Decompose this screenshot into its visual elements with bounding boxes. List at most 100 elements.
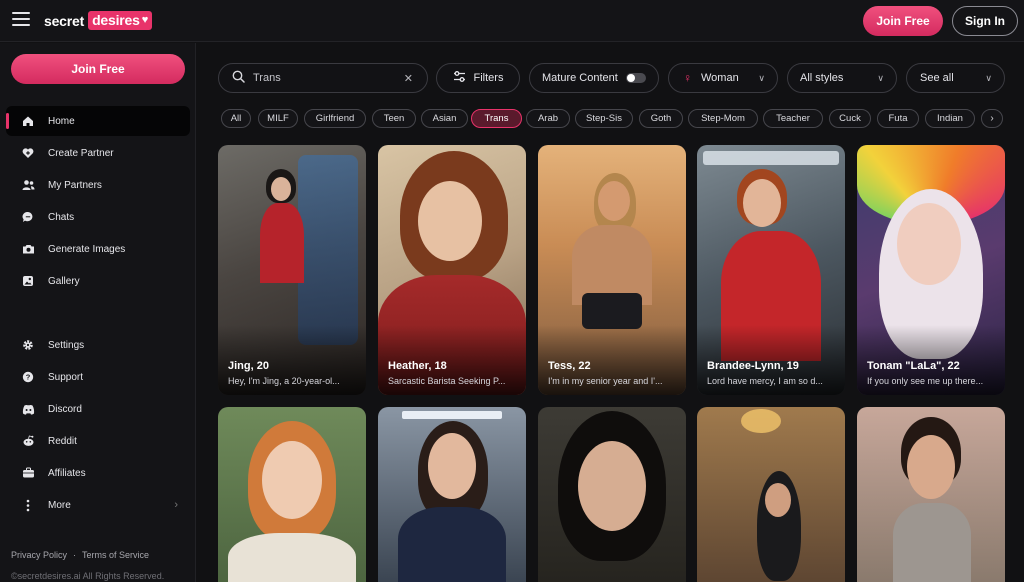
sidebar-item-settings[interactable]: Settings bbox=[6, 330, 190, 360]
card-portrait-face bbox=[907, 435, 955, 499]
users-icon bbox=[21, 178, 35, 192]
character-card[interactable]: Heather, 18 Sarcastic Barista Seeking P.… bbox=[378, 145, 526, 395]
search-icon bbox=[232, 70, 245, 86]
tag-chip-step-mom[interactable]: Step-Mom bbox=[688, 109, 758, 128]
affiliates-icon bbox=[21, 466, 35, 480]
toggle-switch[interactable] bbox=[626, 73, 646, 83]
card-portrait-face bbox=[598, 181, 630, 221]
hamburger-menu-icon[interactable] bbox=[12, 12, 30, 28]
privacy-policy-link[interactable]: Privacy Policy bbox=[11, 550, 67, 560]
character-card[interactable]: Tess, 22 I'm in my senior year and I'... bbox=[538, 145, 686, 395]
sidebar-join-free-button[interactable]: Join Free bbox=[11, 54, 185, 84]
tag-chip-trans[interactable]: Trans bbox=[471, 109, 522, 128]
sidebar-item-more[interactable]: More › bbox=[6, 490, 190, 520]
sidebar-item-chats[interactable]: Chats bbox=[6, 202, 190, 232]
filters-label: Filters bbox=[473, 72, 504, 84]
sidebar-item-label: Gallery bbox=[48, 275, 80, 287]
card-portrait-body bbox=[228, 533, 356, 582]
tag-chip-asian[interactable]: Asian bbox=[421, 109, 468, 128]
sidebar-item-affiliates[interactable]: Affiliates bbox=[6, 458, 190, 488]
logo-heart-icon: ♥ bbox=[141, 14, 149, 26]
chevron-down-icon: ∨ bbox=[758, 72, 765, 83]
copyright-text: ©secretdesires.ai All Rights Reserved. bbox=[11, 571, 165, 581]
mature-content-label: Mature Content bbox=[542, 72, 618, 84]
search-input[interactable] bbox=[253, 72, 393, 84]
tag-chip-cuck[interactable]: Cuck bbox=[829, 109, 871, 128]
gender-select[interactable]: ♀ Woman ∨ bbox=[668, 63, 778, 93]
tag-chip-all[interactable]: All bbox=[221, 109, 251, 128]
character-card[interactable] bbox=[538, 407, 686, 582]
card-name: Heather, 18 bbox=[388, 360, 447, 372]
character-card[interactable] bbox=[218, 407, 366, 582]
more-vertical-icon bbox=[21, 498, 35, 512]
sidebar-item-my-partners[interactable]: My Partners bbox=[6, 170, 190, 200]
sidebar-item-label: Settings bbox=[48, 339, 85, 351]
sidebar-item-label: Reddit bbox=[48, 435, 77, 447]
card-portrait-face bbox=[897, 203, 961, 285]
character-card[interactable]: Brandee-Lynn, 19 Lord have mercy, I am s… bbox=[697, 145, 845, 395]
sidebar-item-create-partner[interactable]: Create Partner bbox=[6, 138, 190, 168]
sidebar-item-label: Home bbox=[48, 115, 75, 127]
card-name: Jing, 20 bbox=[228, 360, 269, 372]
sidebar-item-reddit[interactable]: Reddit bbox=[6, 426, 190, 456]
terms-of-service-link[interactable]: Terms of Service bbox=[82, 550, 149, 560]
card-portrait-face bbox=[418, 181, 482, 261]
character-card[interactable] bbox=[378, 407, 526, 582]
card-chandelier-art bbox=[741, 409, 781, 433]
tag-chip-step-sis[interactable]: Step-Sis bbox=[575, 109, 633, 128]
mature-content-toggle[interactable]: Mature Content bbox=[529, 63, 659, 93]
top-bar: secret desires ♥ Join Free Sign In bbox=[0, 0, 1024, 42]
filters-button[interactable]: Filters bbox=[436, 63, 520, 93]
chevron-down-icon: ∨ bbox=[877, 72, 884, 83]
join-free-button[interactable]: Join Free bbox=[863, 6, 943, 36]
sidebar-item-label: Affiliates bbox=[48, 467, 86, 479]
chat-icon bbox=[21, 210, 35, 224]
gallery-icon bbox=[21, 274, 35, 288]
gear-icon bbox=[21, 338, 35, 352]
character-card[interactable]: Tonam "LaLa", 22 If you only see me up t… bbox=[857, 145, 1005, 395]
logo-word-secret: secret bbox=[44, 12, 85, 29]
tag-chip-arab[interactable]: Arab bbox=[526, 109, 570, 128]
chevron-right-icon: › bbox=[174, 499, 178, 511]
sliders-icon bbox=[453, 71, 466, 85]
character-card[interactable] bbox=[857, 407, 1005, 582]
camera-icon bbox=[21, 242, 35, 256]
card-portrait-face bbox=[765, 483, 791, 517]
footer-links: Privacy Policy · Terms of Service bbox=[11, 550, 149, 560]
chevron-right-icon[interactable]: › bbox=[981, 109, 1003, 128]
styles-select[interactable]: All styles ∨ bbox=[787, 63, 897, 93]
logo[interactable]: secret desires ♥ bbox=[44, 11, 153, 30]
card-portrait-body bbox=[398, 507, 506, 582]
tag-chip-futa[interactable]: Futa bbox=[877, 109, 919, 128]
tag-chip-girlfriend[interactable]: Girlfriend bbox=[304, 109, 366, 128]
card-portrait-body bbox=[260, 203, 304, 283]
character-card[interactable]: Jing, 20 Hey, I'm Jing, a 20-year-ol... bbox=[218, 145, 366, 395]
tag-chip-teen[interactable]: Teen bbox=[372, 109, 416, 128]
card-portrait-face bbox=[271, 177, 291, 201]
heart-plus-icon bbox=[21, 146, 35, 160]
card-background-light bbox=[402, 411, 502, 419]
card-portrait-clothing bbox=[582, 293, 642, 329]
sidebar-item-gallery[interactable]: Gallery bbox=[6, 266, 190, 296]
tag-chip-teacher[interactable]: Teacher bbox=[763, 109, 823, 128]
sidebar-item-support[interactable]: ? Support bbox=[6, 362, 190, 392]
venus-icon: ♀ bbox=[683, 71, 692, 85]
sidebar-item-label: More bbox=[48, 499, 71, 511]
search-box[interactable]: ✕ bbox=[218, 63, 428, 93]
sidebar-item-generate-images[interactable]: Generate Images bbox=[6, 234, 190, 264]
sidebar-item-label: Generate Images bbox=[48, 243, 126, 255]
tag-chip-indian[interactable]: Indian bbox=[925, 109, 975, 128]
card-portrait-face bbox=[428, 433, 476, 499]
sign-in-button[interactable]: Sign In bbox=[952, 6, 1018, 36]
chevron-down-icon: ∨ bbox=[985, 72, 992, 83]
sidebar-item-discord[interactable]: Discord bbox=[6, 394, 190, 424]
sort-select[interactable]: See all ∨ bbox=[906, 63, 1005, 93]
card-portrait-body bbox=[893, 503, 971, 582]
clear-search-icon[interactable]: ✕ bbox=[404, 72, 413, 85]
character-card[interactable] bbox=[697, 407, 845, 582]
sidebar-item-home[interactable]: Home bbox=[6, 106, 190, 136]
tag-chip-milf[interactable]: MILF bbox=[258, 109, 298, 128]
logo-word-desires: desires bbox=[92, 12, 140, 28]
card-description: Hey, I'm Jing, a 20-year-ol... bbox=[228, 376, 340, 386]
tag-chip-goth[interactable]: Goth bbox=[639, 109, 683, 128]
